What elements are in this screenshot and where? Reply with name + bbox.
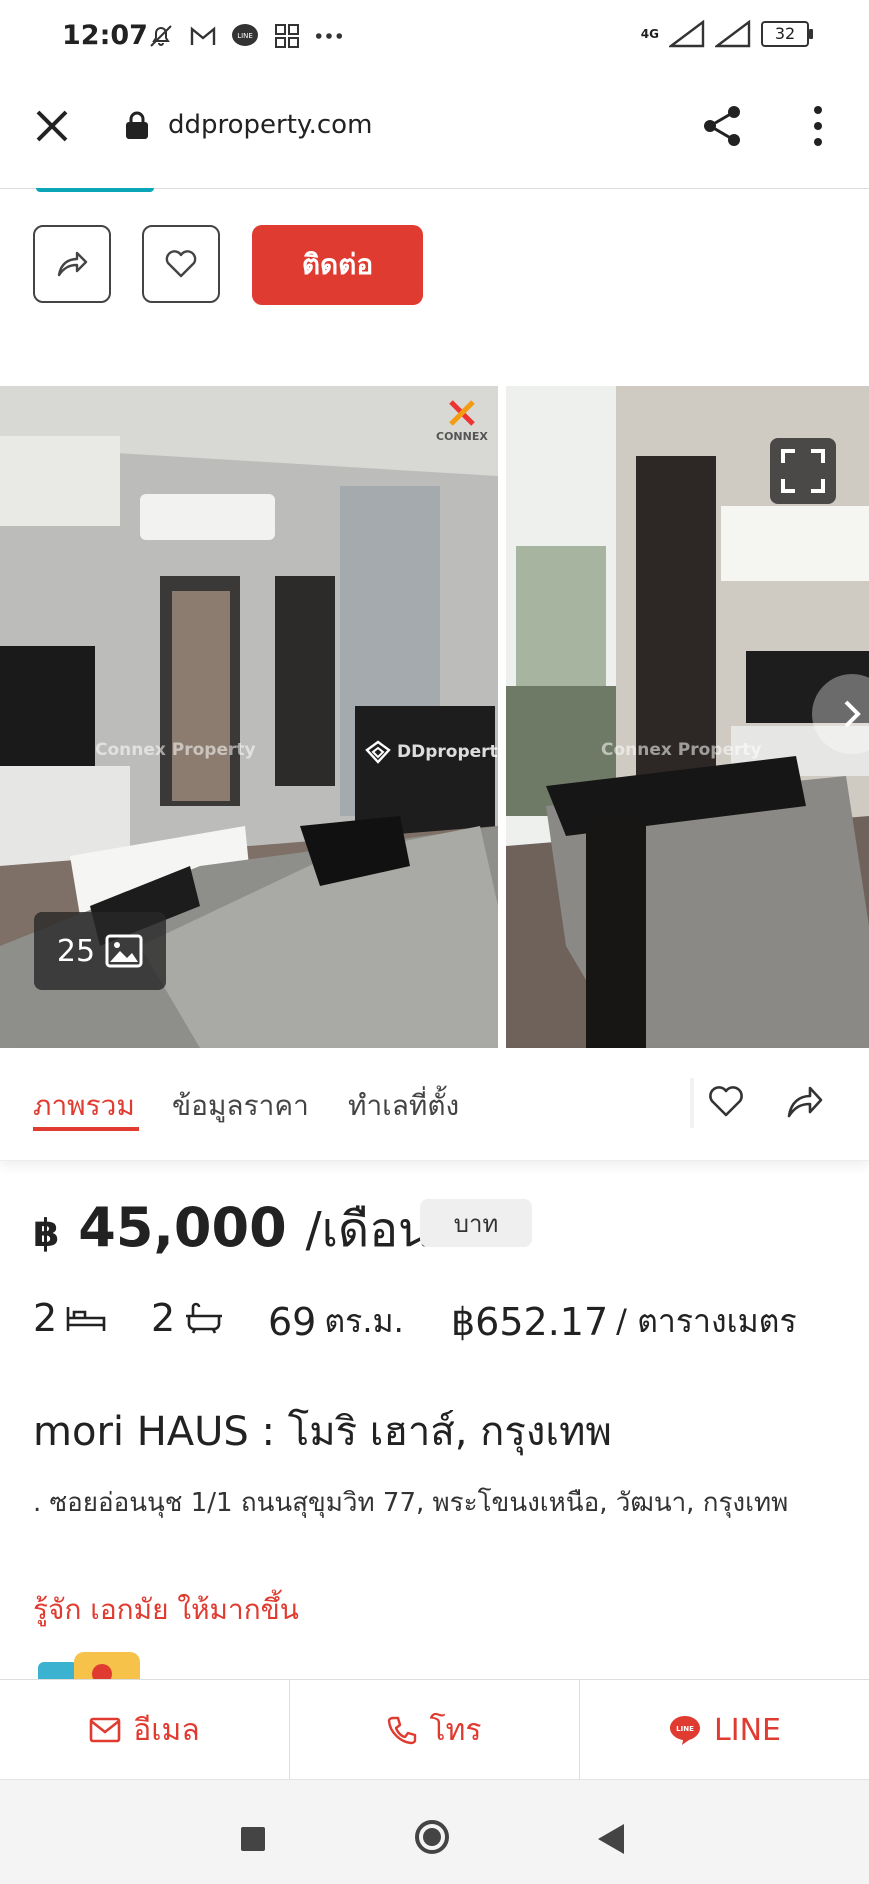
bathtub-icon — [186, 1302, 223, 1334]
apps-grid-icon — [273, 22, 301, 50]
image-icon — [105, 934, 143, 968]
share-arrow-icon — [57, 251, 88, 277]
photo-count: 25 — [56, 933, 96, 969]
section-accent-bar — [36, 188, 154, 192]
area-illustration — [38, 1644, 144, 1680]
silent-bell-icon — [147, 22, 175, 50]
close-icon[interactable] — [32, 106, 72, 146]
fullscreen-icon — [781, 449, 825, 493]
share-button[interactable] — [33, 225, 111, 303]
recents-button[interactable] — [241, 1827, 265, 1851]
signal-icon — [669, 20, 705, 48]
line-button[interactable]: LINE LINE — [580, 1680, 869, 1780]
line-app-icon: LINE — [231, 22, 259, 50]
call-button[interactable]: โทร — [290, 1680, 580, 1780]
price-per-sqm-value: ฿652.17 — [451, 1299, 609, 1344]
status-notification-icons: LINE — [147, 22, 343, 50]
status-system-icons: 4G 32 — [640, 20, 813, 48]
area-value: 69 — [268, 1299, 317, 1344]
area-unit: ตร.ม. — [324, 1302, 404, 1340]
share-arrow-icon[interactable] — [784, 1082, 824, 1122]
network-type: 4G — [640, 27, 659, 41]
url-text[interactable]: ddproperty.com — [168, 110, 372, 140]
line-label: LINE — [714, 1712, 781, 1748]
email-label: อีเมล — [133, 1712, 200, 1748]
ddproperty-watermark: DDproperty — [365, 740, 498, 764]
next-photo-arrow-icon[interactable] — [812, 664, 869, 764]
mail-icon — [89, 1717, 121, 1743]
system-nav-bar — [0, 1779, 869, 1884]
connex-logo: CONNEX — [436, 400, 488, 443]
currency-unit-chip[interactable]: บาท — [420, 1199, 532, 1247]
more-notifications-icon — [315, 22, 343, 50]
price-per-sqm-unit: / ตารางเมตร — [616, 1302, 797, 1340]
svg-text:LINE: LINE — [237, 32, 253, 40]
heart-icon — [165, 250, 197, 278]
connex-x-icon — [449, 400, 475, 426]
line-chat-icon: LINE — [670, 1716, 701, 1745]
home-button[interactable] — [415, 1820, 449, 1854]
price-per-sqm: ฿652.17 / ตารางเมตร — [451, 1296, 797, 1347]
tab-overview[interactable]: ภาพรวม — [33, 1084, 135, 1128]
back-button[interactable] — [598, 1824, 624, 1854]
more-options-icon[interactable] — [806, 104, 830, 148]
svg-text:LINE: LINE — [676, 1725, 694, 1733]
tab-location[interactable]: ทำเลที่ตั้ง — [348, 1084, 459, 1128]
favorite-button[interactable] — [142, 225, 220, 303]
know-area-link[interactable]: รู้จัก เอกมัย ให้มากขึ้น — [33, 1588, 299, 1632]
watermark-text: Connex Property — [95, 740, 256, 760]
battery-indicator: 32 — [761, 21, 813, 47]
bathroom-count: 2 — [151, 1296, 176, 1340]
listing-price: ฿ 45,000 /เดือน — [33, 1192, 431, 1268]
email-button[interactable]: อีเมล — [0, 1680, 290, 1780]
price-value: 45,000 — [78, 1196, 287, 1259]
bedroom-spec: 2 — [33, 1296, 107, 1340]
ddproperty-logo-icon — [365, 740, 391, 764]
browser-toolbar: ddproperty.com — [0, 78, 869, 189]
currency-symbol: ฿ — [33, 1211, 60, 1255]
heart-icon[interactable] — [708, 1084, 744, 1120]
listing-action-row: ติดต่อ — [0, 225, 869, 307]
price-period: /เดือน — [305, 1202, 431, 1258]
fullscreen-button[interactable] — [770, 438, 836, 504]
listing-address: . ซอยอ่อนนุช 1/1 ถนนสุขุมวิท 77, พระโขนง… — [33, 1488, 789, 1518]
share-icon[interactable] — [700, 104, 744, 148]
contact-bar: อีเมล โทร LINE LINE — [0, 1679, 869, 1780]
signal-icon-2 — [715, 20, 751, 48]
contact-button[interactable]: ติดต่อ — [252, 225, 423, 305]
connex-logo-text: CONNEX — [436, 430, 488, 443]
bed-icon — [66, 1307, 106, 1331]
bedroom-count: 2 — [33, 1296, 58, 1340]
phone-icon — [388, 1716, 417, 1745]
tab-price-info[interactable]: ข้อมูลราคา — [172, 1084, 309, 1128]
status-bar: 12:07 LINE 4G 32 — [0, 0, 869, 78]
gmail-icon — [189, 22, 217, 50]
lock-icon — [126, 111, 148, 139]
photo-count-badge[interactable]: 25 — [34, 912, 166, 990]
ddproperty-watermark-text: DDproperty — [397, 742, 498, 762]
tab-divider — [690, 1078, 694, 1128]
call-label: โทร — [429, 1712, 482, 1748]
active-tab-indicator — [33, 1127, 139, 1131]
watermark-text-2: Connex Property — [601, 740, 762, 760]
status-time: 12:07 — [62, 20, 148, 51]
bathroom-spec: 2 — [151, 1296, 225, 1340]
area-spec: 69 ตร.ม. — [268, 1296, 404, 1347]
photo-gallery[interactable]: Connex Property DDproperty CONNEX Connex… — [0, 386, 869, 1048]
listing-title: mori HAUS : โมริ เฮาส์, กรุงเทพ — [33, 1409, 612, 1455]
